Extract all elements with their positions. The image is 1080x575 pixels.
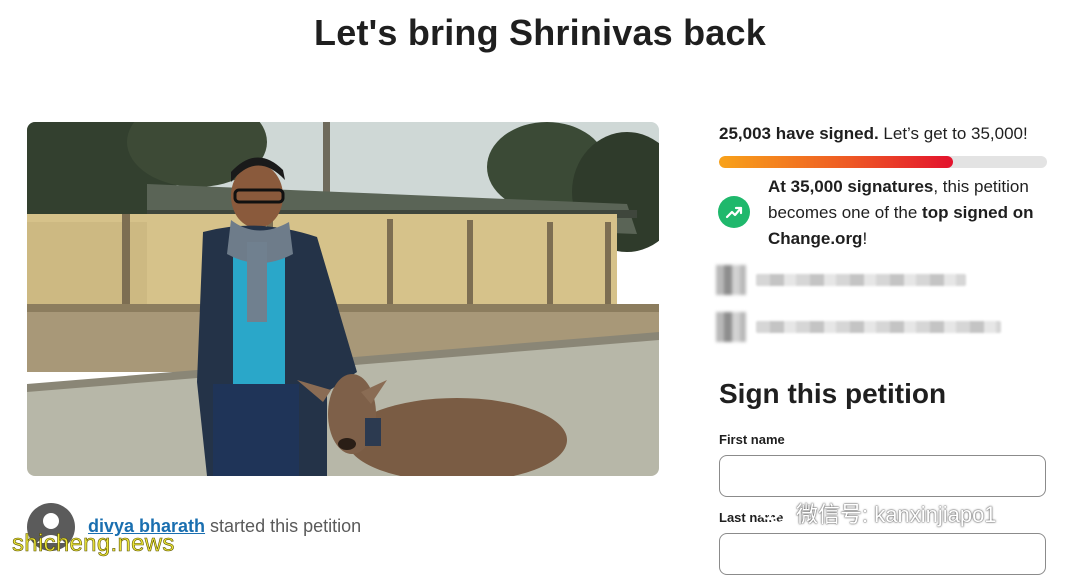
signature-count: 25,003 have signed. [719, 124, 879, 143]
site-watermark: shicheng.news [12, 530, 175, 558]
page-title: Let's bring Shrinivas back [314, 12, 766, 53]
wechat-watermark-text: 微信号: kanxinjiapo1 [796, 502, 997, 527]
goal-text-2: ! [862, 229, 868, 248]
goal-bold-1: At 35,000 signatures [768, 177, 934, 196]
wechat-watermark: 微信号: kanxinjiapo1 [758, 497, 997, 529]
first-name-label: First name [719, 432, 785, 447]
recent-signer-row [716, 265, 966, 295]
trending-up-icon [718, 196, 750, 228]
wechat-icon [759, 502, 787, 524]
signature-count-line: 25,003 have signed. Let’s get to 35,000! [719, 124, 1028, 144]
signature-progress-bar [719, 156, 1047, 168]
recent-signer-text [756, 321, 1001, 333]
goal-message: At 35,000 signatures, this petition beco… [768, 174, 1058, 252]
petition-photo [27, 122, 659, 476]
first-name-field[interactable] [719, 455, 1046, 497]
recent-signer-avatar [716, 265, 746, 295]
recent-signer-text [756, 274, 966, 286]
sign-petition-heading: Sign this petition [719, 378, 947, 409]
starter-suffix: started this petition [205, 516, 362, 536]
recent-signer-avatar [716, 312, 746, 342]
last-name-field[interactable] [719, 533, 1046, 575]
recent-signer-row [716, 312, 1001, 342]
signature-progress-fill [719, 156, 954, 168]
signature-goal: Let’s get to 35,000! [878, 124, 1028, 143]
